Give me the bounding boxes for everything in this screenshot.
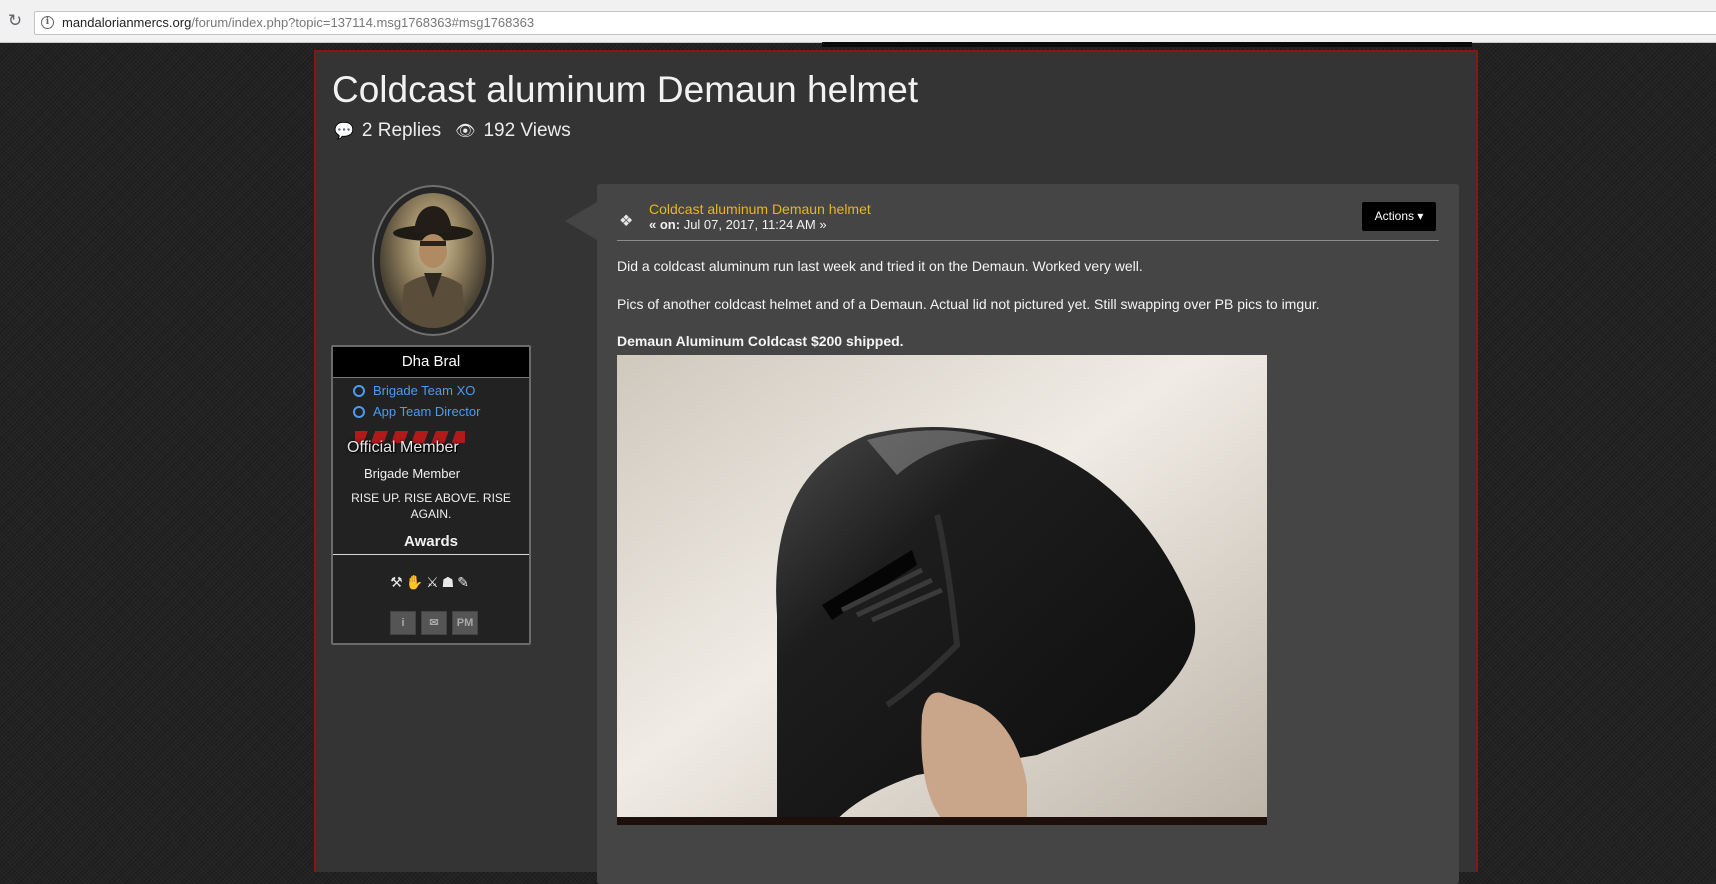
topic-stats: 💬 2 Replies 👁 192 Views: [334, 120, 571, 142]
eye-icon: 👁: [455, 123, 476, 140]
avatar[interactable]: [380, 193, 486, 328]
member-group: Brigade Member: [363, 466, 461, 481]
divider: [333, 554, 529, 555]
replies-count: 2 Replies: [361, 120, 442, 141]
rank-title: Official Member: [347, 439, 459, 456]
post-paragraph: Did a coldcast aluminum run last week an…: [617, 258, 1143, 274]
post-paragraph: Pics of another coldcast helmet and of a…: [617, 296, 1320, 312]
info-icon[interactable]: i: [41, 16, 54, 29]
post: ❖ Coldcast aluminum Demaun helmet « on: …: [597, 184, 1459, 884]
date-prefix: « on:: [649, 217, 681, 232]
comments-icon: 💬: [334, 123, 354, 140]
browser-toolbar: ↻ i mandalorianmercs.org/forum/index.php…: [0, 0, 1716, 43]
price-line: Demaun Aluminum Coldcast $200 shipped.: [617, 333, 904, 349]
profile-info-button[interactable]: i: [390, 611, 416, 635]
group-badge-app-director: App Team Director: [353, 404, 480, 419]
avatar-frame: [372, 185, 494, 336]
poster-name[interactable]: Dha Bral: [333, 347, 529, 378]
award-icon[interactable]: ☗: [442, 574, 458, 590]
group-badge-team-xo: Brigade Team XO: [353, 383, 475, 398]
award-icon[interactable]: ✋: [406, 574, 426, 590]
helmet-photo[interactable]: [617, 355, 1267, 825]
actions-button[interactable]: Actions ▾: [1362, 202, 1436, 231]
award-icons: ⚒✋⚔☗✎: [333, 574, 529, 591]
topic-container: Coldcast aluminum Demaun helmet 💬 2 Repl…: [314, 50, 1478, 884]
url-host: mandalorianmercs.org: [62, 15, 192, 30]
post-icon: ❖: [619, 213, 634, 230]
post-pointer: [565, 202, 597, 240]
group-label: Brigade Team XO: [373, 383, 476, 398]
post-title-link[interactable]: Coldcast aluminum Demaun helmet: [649, 201, 871, 217]
reload-icon[interactable]: ↻: [6, 12, 24, 30]
date-value: Jul 07, 2017, 11:24 AM »: [683, 217, 827, 232]
award-icon[interactable]: ✎: [457, 574, 472, 590]
group-label: App Team Director: [373, 404, 481, 419]
profile-buttons: i ✉ PM: [390, 611, 478, 635]
address-bar[interactable]: i mandalorianmercs.org/forum/index.php?t…: [34, 11, 1716, 35]
views-count: 192 Views: [483, 120, 571, 141]
hexagon-icon: [353, 405, 365, 418]
pm-button[interactable]: PM: [452, 611, 478, 635]
url-path: /forum/index.php?topic=137114.msg1768363…: [191, 15, 535, 30]
award-icon[interactable]: ⚔: [426, 574, 442, 590]
topic-title: Coldcast aluminum Demaun helmet: [332, 69, 919, 110]
awards-heading: Awards: [404, 533, 458, 550]
award-icon[interactable]: ⚒: [390, 574, 406, 590]
post-date: « on: Jul 07, 2017, 11:24 AM »: [649, 217, 827, 232]
site-top-bar: [822, 42, 1472, 47]
hexagon-icon: [353, 384, 365, 397]
personal-text: RISE UP. RISE ABOVE. RISE AGAIN.: [351, 491, 511, 521]
post-divider: [617, 240, 1439, 241]
url-text[interactable]: mandalorianmercs.org/forum/index.php?top…: [62, 15, 534, 30]
poster-info-card: Dha Bral Brigade Team XO App Team Direct…: [331, 345, 531, 645]
helmet-image: [617, 355, 1267, 825]
email-button[interactable]: ✉: [421, 611, 447, 635]
avatar-image: [393, 206, 473, 328]
